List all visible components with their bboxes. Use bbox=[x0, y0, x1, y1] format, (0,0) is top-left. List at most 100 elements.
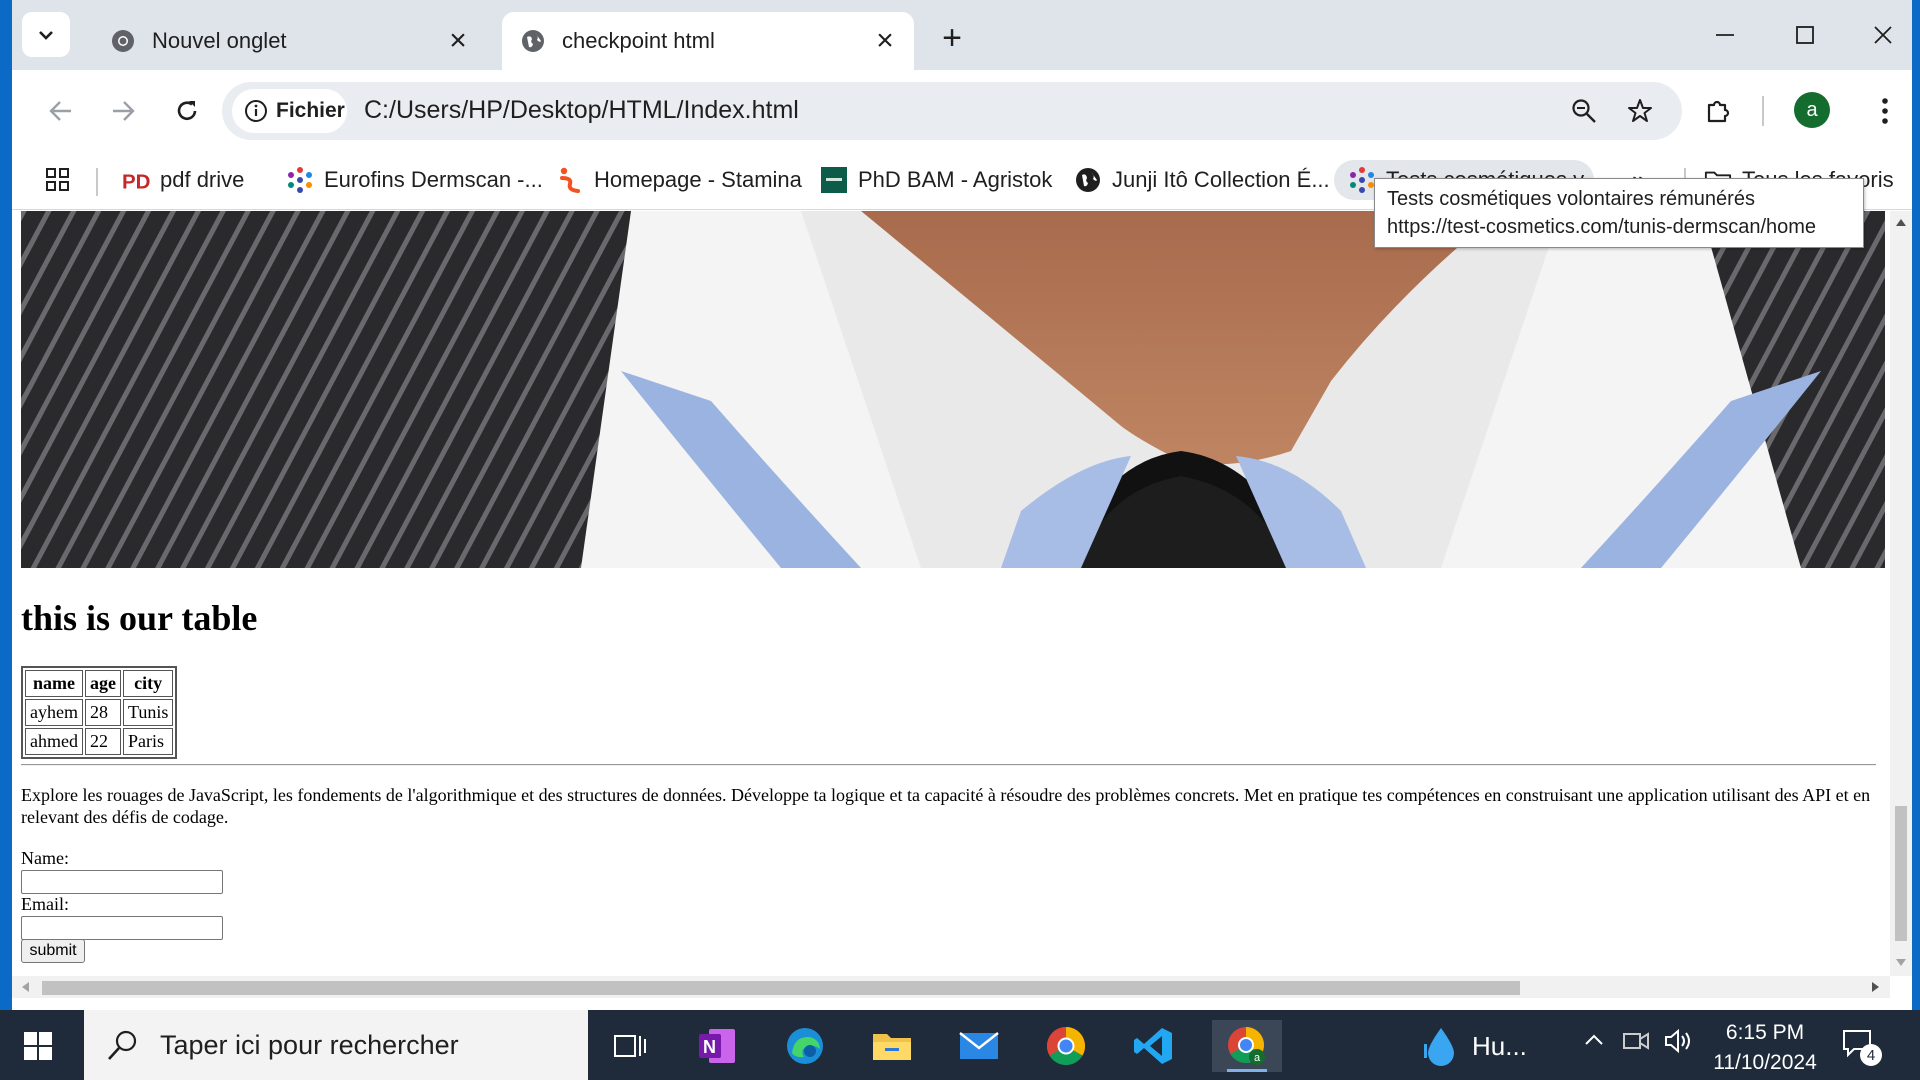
bookmark-pdf-drive[interactable]: PD pdf drive bbox=[122, 160, 244, 200]
edge-icon bbox=[787, 1028, 823, 1064]
site-info-chip[interactable]: Fichier bbox=[232, 89, 347, 133]
chrome-app[interactable] bbox=[1038, 1020, 1094, 1072]
weather-widget[interactable]: Hu... bbox=[1424, 1020, 1544, 1072]
url-text[interactable]: C:/Users/HP/Desktop/HTML/Index.html bbox=[364, 96, 799, 125]
bookmark-stamina[interactable]: Homepage - Stamina bbox=[556, 160, 802, 200]
windows-logo-icon bbox=[24, 1032, 37, 1045]
arrow-right-icon bbox=[113, 101, 135, 121]
bookmark-agristok[interactable]: PhD BAM - Agristok bbox=[820, 160, 1052, 200]
table-cell: Paris bbox=[122, 728, 174, 755]
search-placeholder: Taper ici pour rechercher bbox=[160, 1030, 459, 1060]
name-input[interactable] bbox=[21, 870, 223, 894]
scroll-right-arrow[interactable] bbox=[1872, 982, 1879, 992]
onenote-app[interactable]: N bbox=[690, 1020, 746, 1072]
scroll-down-arrow[interactable] bbox=[1896, 959, 1906, 966]
name-label: Name: bbox=[21, 848, 69, 868]
table-row: ayhem 28 Tunis bbox=[25, 699, 174, 726]
tab-checkpoint-html[interactable]: checkpoint html × bbox=[502, 12, 914, 70]
menu-button[interactable] bbox=[1862, 88, 1908, 134]
tooltip-title: Tests cosmétiques volontaires rémunérés bbox=[1387, 188, 1755, 210]
submit-button[interactable]: submit bbox=[21, 939, 85, 963]
scroll-up-arrow[interactable] bbox=[1896, 219, 1906, 226]
horizontal-rule bbox=[21, 764, 1876, 766]
vscode-app[interactable] bbox=[1125, 1020, 1181, 1072]
tab-title: Nouvel onglet bbox=[152, 28, 287, 53]
bookmark-junji-ito[interactable]: Junji Itô Collection É... bbox=[1074, 160, 1330, 200]
plus-icon: + bbox=[942, 18, 962, 57]
notifications-button[interactable]: 4 bbox=[1842, 1028, 1882, 1066]
browser-window: Nouvel onglet × checkpoint html × + Fich… bbox=[12, 0, 1912, 1010]
reload-icon bbox=[177, 101, 197, 120]
weather-label: Hu... bbox=[1472, 1030, 1527, 1061]
vertical-scrollbar[interactable] bbox=[1890, 211, 1912, 976]
windows-start-button[interactable] bbox=[24, 1032, 52, 1060]
mail-app[interactable] bbox=[951, 1020, 1007, 1072]
folder-icon bbox=[873, 1034, 911, 1060]
bookmark-label: Eurofins Dermscan -... bbox=[324, 167, 543, 192]
table-cell: ahmed bbox=[25, 728, 83, 755]
windows-taskbar: Taper ici pour rechercher N a Hu... 6:15… bbox=[0, 1010, 1920, 1080]
scroll-left-arrow[interactable] bbox=[22, 982, 29, 992]
arrow-left-icon bbox=[49, 101, 71, 121]
tab-strip: Nouvel onglet × checkpoint html × + bbox=[12, 0, 1912, 70]
svg-text:N: N bbox=[703, 1037, 716, 1057]
globe-icon bbox=[520, 28, 546, 54]
zoom-icon[interactable] bbox=[1564, 91, 1604, 131]
tab-search-button[interactable] bbox=[22, 12, 70, 57]
system-clock[interactable]: 6:15 PM 11/10/2024 bbox=[1700, 1018, 1830, 1078]
bookmark-label: pdf drive bbox=[160, 167, 245, 192]
chrome-icon bbox=[1046, 1027, 1086, 1066]
tab-new-tab[interactable]: Nouvel onglet × bbox=[92, 12, 487, 70]
apps-button[interactable] bbox=[44, 160, 72, 200]
table-cell: 28 bbox=[84, 699, 121, 726]
maximize-button[interactable] bbox=[1770, 10, 1840, 60]
notification-badge: 4 bbox=[1860, 1044, 1882, 1066]
forward-button[interactable] bbox=[100, 88, 146, 134]
description-paragraph: Explore les rouages de JavaScript, les f… bbox=[21, 785, 1871, 827]
edge-app[interactable] bbox=[777, 1020, 833, 1072]
address-bar[interactable]: Fichier C:/Users/HP/Desktop/HTML/Index.h… bbox=[222, 82, 1682, 140]
chrome-icon bbox=[110, 28, 136, 54]
new-tab-button[interactable]: + bbox=[932, 18, 972, 58]
email-label: Email: bbox=[21, 894, 69, 914]
bookmark-label: Junji Itô Collection É... bbox=[1112, 167, 1330, 192]
puzzle-icon bbox=[1707, 100, 1730, 123]
meet-now-button[interactable] bbox=[1622, 1028, 1650, 1060]
bookmark-separator bbox=[96, 168, 98, 196]
data-table: name age city ayhem 28 Tunis ahmed 22 Pa… bbox=[21, 666, 178, 759]
file-explorer-app[interactable] bbox=[864, 1020, 920, 1072]
navigation-toolbar: Fichier C:/Users/HP/Desktop/HTML/Index.h… bbox=[12, 70, 1912, 152]
volume-button[interactable] bbox=[1664, 1028, 1694, 1060]
table-header-row: name age city bbox=[25, 670, 174, 697]
column-header: age bbox=[84, 670, 121, 697]
close-icon[interactable]: × bbox=[441, 24, 475, 58]
vertical-scroll-thumb[interactable] bbox=[1895, 806, 1907, 941]
back-button[interactable] bbox=[38, 88, 84, 134]
svg-text:PD: PD bbox=[122, 170, 150, 192]
mail-icon bbox=[959, 1032, 999, 1059]
bookmark-eurofins-dermscan[interactable]: Eurofins Dermscan -... bbox=[286, 160, 543, 200]
extensions-button[interactable] bbox=[1695, 88, 1741, 134]
toolbar-separator bbox=[1762, 96, 1764, 126]
email-input[interactable] bbox=[21, 916, 223, 940]
reload-button[interactable] bbox=[164, 88, 210, 134]
column-header: city bbox=[122, 670, 174, 697]
star-icon[interactable] bbox=[1620, 91, 1660, 131]
chrome-icon: a bbox=[1228, 1027, 1265, 1065]
kebab-menu-icon bbox=[1882, 98, 1888, 124]
table-row: ahmed 22 Paris bbox=[25, 728, 174, 755]
dots-cluster-icon bbox=[1348, 166, 1376, 194]
task-view-button[interactable] bbox=[602, 1020, 658, 1072]
minimize-button[interactable] bbox=[1690, 10, 1760, 60]
close-window-button[interactable] bbox=[1848, 10, 1912, 60]
show-hidden-icons-button[interactable] bbox=[1582, 1028, 1606, 1058]
avatar[interactable]: a bbox=[1794, 92, 1830, 128]
horizontal-scroll-thumb[interactable] bbox=[42, 981, 1520, 995]
horizontal-scrollbar[interactable] bbox=[12, 976, 1890, 998]
chrome-profile-app[interactable]: a bbox=[1212, 1020, 1282, 1072]
close-icon[interactable]: × bbox=[868, 24, 902, 58]
table-cell: 22 bbox=[84, 728, 121, 755]
water-drop-icon bbox=[1424, 1028, 1454, 1066]
chevron-up-icon bbox=[1585, 1034, 1603, 1045]
taskbar-search-box[interactable]: Taper ici pour rechercher bbox=[84, 1010, 588, 1080]
